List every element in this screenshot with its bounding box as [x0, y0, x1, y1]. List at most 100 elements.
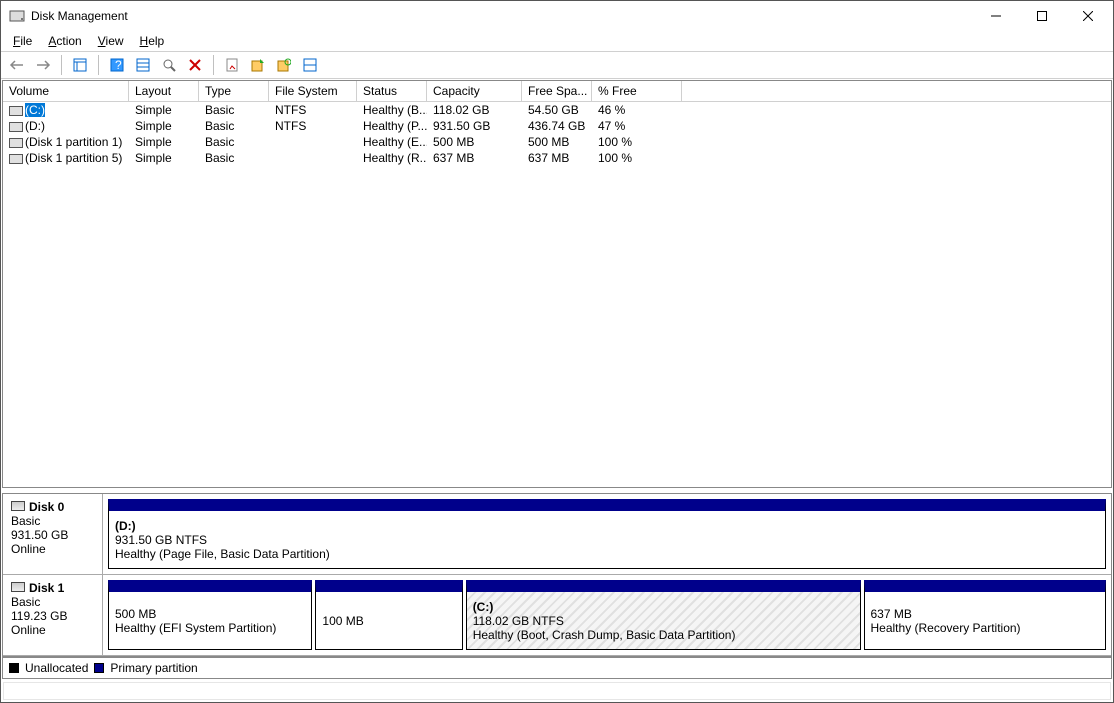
- disk-size: 931.50 GB: [11, 528, 98, 542]
- window-title: Disk Management: [31, 9, 973, 23]
- volume-capacity: 637 MB: [427, 151, 522, 165]
- volume-type: Basic: [199, 151, 269, 165]
- partition-desc: Healthy (Page File, Basic Data Partition…: [115, 547, 1099, 561]
- volume-filesystem: NTFS: [269, 103, 357, 117]
- menu-view[interactable]: View: [90, 32, 132, 50]
- title-bar: Disk Management: [1, 1, 1113, 31]
- volume-list-header: Volume Layout Type File System Status Ca…: [3, 81, 1111, 102]
- disk-row: Disk 1 Basic 119.23 GB Online500 MBHealt…: [3, 575, 1111, 656]
- disk-name: Disk 1: [29, 581, 64, 595]
- volume-row[interactable]: (D:) SimpleBasicNTFSHealthy (P...931.50 G…: [3, 118, 1111, 134]
- volume-name: (C:): [25, 103, 45, 117]
- volume-list[interactable]: Volume Layout Type File System Status Ca…: [2, 80, 1112, 488]
- partition-desc: Healthy (Boot, Crash Dump, Basic Data Pa…: [473, 628, 854, 642]
- volume-layout: Simple: [129, 119, 199, 133]
- disk-row: Disk 0 Basic 931.50 GB Online(D:)931.50 …: [3, 494, 1111, 575]
- refresh-disk-button[interactable]: [272, 54, 296, 76]
- partition-name: (C:): [473, 600, 854, 614]
- header-free-space[interactable]: Free Spa...: [522, 81, 592, 101]
- header-type[interactable]: Type: [199, 81, 269, 101]
- toolbar-separator: [61, 55, 62, 75]
- disk-name: Disk 0: [29, 500, 64, 514]
- header-filesystem[interactable]: File System: [269, 81, 357, 101]
- close-button[interactable]: [1065, 1, 1111, 31]
- settings-button[interactable]: [131, 54, 155, 76]
- volume-row[interactable]: (C:)SimpleBasicNTFSHealthy (B...118.02 G…: [3, 102, 1111, 118]
- volume-free: 500 MB: [522, 135, 592, 149]
- show-hide-button[interactable]: [68, 54, 92, 76]
- disk-partitions: 500 MBHealthy (EFI System Partition) 100 …: [103, 575, 1111, 655]
- menu-bar: File Action View Help: [1, 31, 1113, 51]
- volume-layout: Simple: [129, 135, 199, 149]
- forward-button[interactable]: [31, 54, 55, 76]
- status-bar: [3, 682, 1111, 700]
- toolbar-separator: [98, 55, 99, 75]
- menu-action[interactable]: Action: [40, 32, 89, 50]
- partition-size: 637 MB: [871, 607, 1099, 621]
- volume-layout: Simple: [129, 103, 199, 117]
- header-capacity[interactable]: Capacity: [427, 81, 522, 101]
- partition-size: 100 MB: [322, 614, 455, 628]
- volume-name: (D:): [25, 119, 45, 133]
- partition-name: (D:): [115, 519, 1099, 533]
- disk-size: 119.23 GB: [11, 609, 98, 623]
- drive-icon: [9, 154, 23, 164]
- volume-type: Basic: [199, 119, 269, 133]
- partition-desc: Healthy (Recovery Partition): [871, 621, 1099, 635]
- app-icon: [9, 8, 25, 24]
- partition[interactable]: (C:)118.02 GB NTFSHealthy (Boot, Crash D…: [466, 580, 861, 650]
- minimize-button[interactable]: [973, 1, 1019, 31]
- volume-capacity: 931.50 GB: [427, 119, 522, 133]
- drive-icon: [9, 122, 23, 132]
- legend: Unallocated Primary partition: [2, 657, 1112, 679]
- volume-row[interactable]: (Disk 1 partition 5)SimpleBasicHealthy (…: [3, 150, 1111, 166]
- volume-free: 54.50 GB: [522, 103, 592, 117]
- find-button[interactable]: [157, 54, 181, 76]
- partition[interactable]: 100 MB: [315, 580, 462, 650]
- legend-unallocated-label: Unallocated: [25, 661, 88, 675]
- volume-capacity: 118.02 GB: [427, 103, 522, 117]
- volume-layout: Simple: [129, 151, 199, 165]
- back-button[interactable]: [5, 54, 29, 76]
- delete-button[interactable]: [183, 54, 207, 76]
- header-volume[interactable]: Volume: [3, 81, 129, 101]
- volume-percent: 100 %: [592, 151, 682, 165]
- disk-label[interactable]: Disk 0 Basic 931.50 GB Online: [3, 494, 103, 574]
- disk-type: Basic: [11, 514, 98, 528]
- volume-row[interactable]: (Disk 1 partition 1)SimpleBasicHealthy (…: [3, 134, 1111, 150]
- volume-status: Healthy (B...: [357, 103, 427, 117]
- volume-filesystem: NTFS: [269, 119, 357, 133]
- header-percent-free[interactable]: % Free: [592, 81, 682, 101]
- volume-name: (Disk 1 partition 1): [25, 135, 122, 149]
- legend-primary-label: Primary partition: [110, 661, 197, 675]
- legend-unallocated-swatch: [9, 663, 19, 673]
- volume-status: Healthy (P...: [357, 119, 427, 133]
- menu-file[interactable]: File: [5, 32, 40, 50]
- partition[interactable]: (D:)931.50 GB NTFSHealthy (Page File, Ba…: [108, 499, 1106, 569]
- volume-percent: 100 %: [592, 135, 682, 149]
- volume-percent: 46 %: [592, 103, 682, 117]
- new-volume-button[interactable]: [246, 54, 270, 76]
- svg-text:?: ?: [115, 58, 122, 72]
- view-button[interactable]: [298, 54, 322, 76]
- volume-percent: 47 %: [592, 119, 682, 133]
- partition-size: 931.50 GB NTFS: [115, 533, 1099, 547]
- disk-label[interactable]: Disk 1 Basic 119.23 GB Online: [3, 575, 103, 655]
- partition[interactable]: 637 MBHealthy (Recovery Partition): [864, 580, 1106, 650]
- disk-graphical-view[interactable]: Disk 0 Basic 931.50 GB Online(D:)931.50 …: [2, 493, 1112, 657]
- toolbar: ?: [1, 51, 1113, 79]
- partition[interactable]: 500 MBHealthy (EFI System Partition): [108, 580, 312, 650]
- maximize-button[interactable]: [1019, 1, 1065, 31]
- partition-size: 500 MB: [115, 607, 305, 621]
- header-status[interactable]: Status: [357, 81, 427, 101]
- header-layout[interactable]: Layout: [129, 81, 199, 101]
- volume-free: 436.74 GB: [522, 119, 592, 133]
- volume-status: Healthy (E...: [357, 135, 427, 149]
- properties-button[interactable]: [220, 54, 244, 76]
- disk-icon: [11, 501, 25, 511]
- volume-capacity: 500 MB: [427, 135, 522, 149]
- disk-type: Basic: [11, 595, 98, 609]
- menu-help[interactable]: Help: [132, 32, 173, 50]
- help-button[interactable]: ?: [105, 54, 129, 76]
- partition-size: 118.02 GB NTFS: [473, 614, 854, 628]
